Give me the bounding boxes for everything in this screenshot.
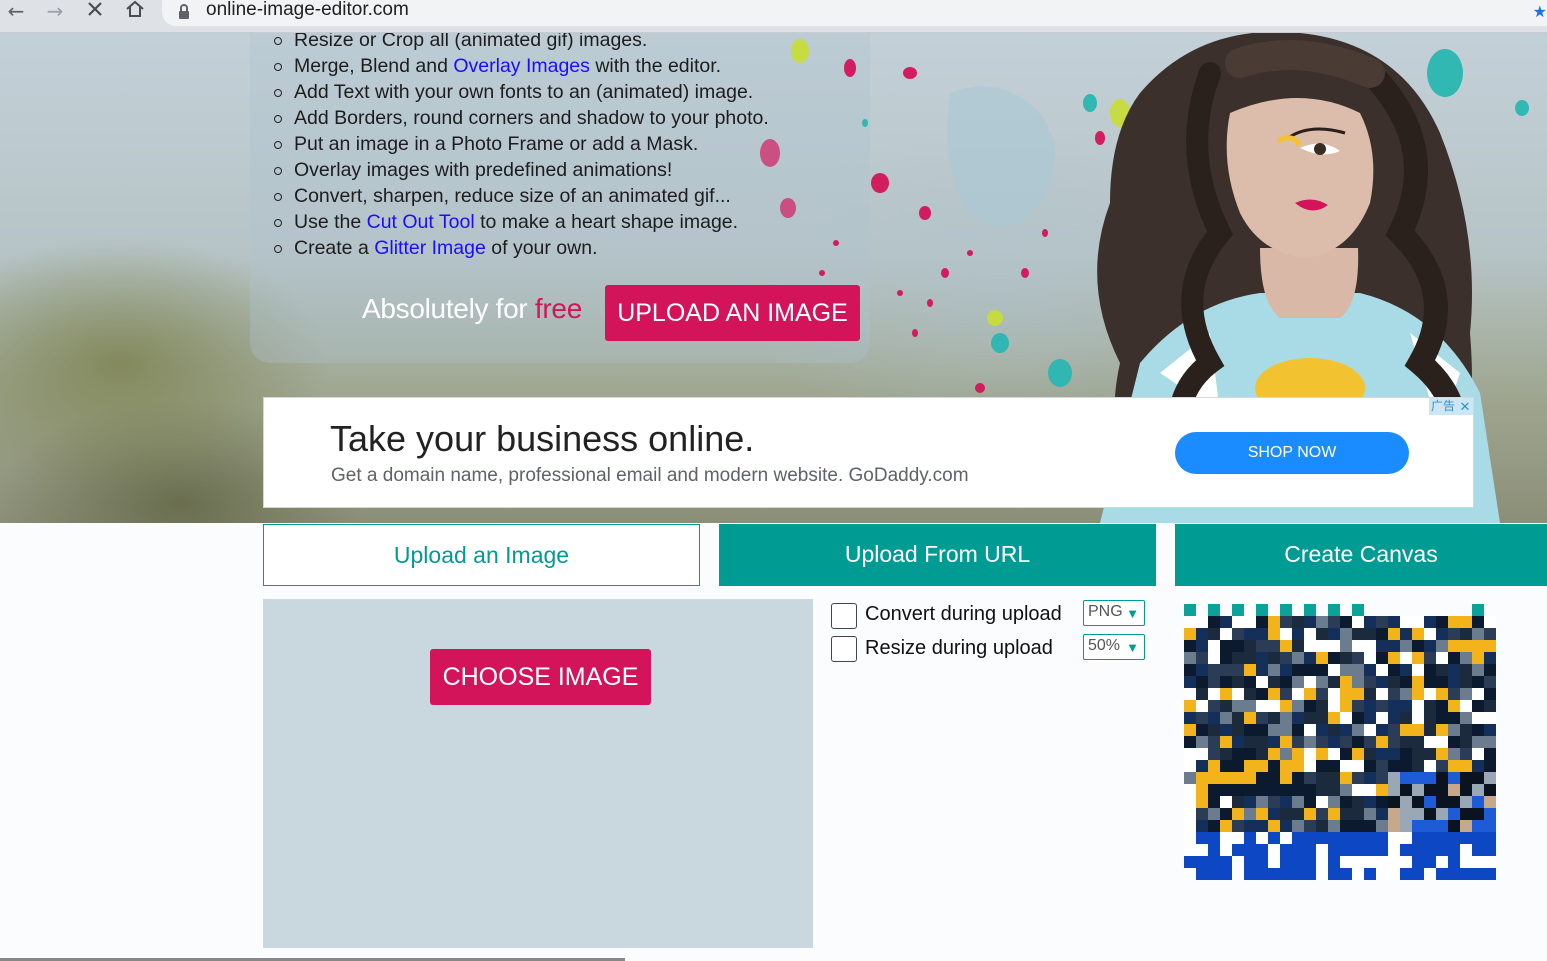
lock-icon: [177, 3, 191, 21]
ad-subtitle[interactable]: Get a domain name, professional email an…: [331, 465, 969, 487]
url-text[interactable]: online-image-editor.com: [206, 0, 409, 21]
image-drop-zone[interactable]: CHOOSE IMAGE: [263, 599, 813, 948]
cut-out-tool-link[interactable]: Cut Out Tool: [367, 211, 475, 233]
home-icon[interactable]: [122, 0, 148, 24]
ad-title[interactable]: Take your business online.: [330, 418, 754, 460]
tab-create-canvas[interactable]: Create Canvas: [1175, 524, 1547, 586]
resize-percent-value: 50%: [1088, 637, 1121, 654]
feature-item: Add Borders, round corners and shadow to…: [272, 105, 769, 131]
advertisement[interactable]: Take your business online. Get a domain …: [263, 397, 1474, 508]
hero-tagline: Absolutely for free: [362, 293, 582, 324]
address-bar[interactable]: online-image-editor.com ★: [162, 0, 1547, 26]
convert-format-select[interactable]: PNG ▼: [1083, 600, 1145, 626]
forward-icon[interactable]: →: [42, 0, 68, 24]
convert-format-value: PNG: [1088, 603, 1123, 620]
convert-label: Convert during upload: [865, 603, 1062, 625]
free-text: free: [534, 293, 582, 324]
shop-now-button[interactable]: SHOP NOW: [1175, 432, 1409, 474]
resize-checkbox[interactable]: [831, 636, 857, 662]
feature-item: Overlay images with predefined animation…: [272, 157, 769, 183]
dropdown-arrow-icon: ▼: [1126, 606, 1139, 621]
loading-thumbnail-image: [1184, 604, 1496, 880]
feature-item: Merge, Blend and Overlay Images with the…: [272, 53, 769, 79]
back-icon[interactable]: ←: [3, 0, 29, 24]
dropdown-arrow-icon: ▼: [1126, 640, 1139, 655]
feature-list: Resize or Crop all (animated gif) images…: [272, 33, 769, 261]
feature-item: Use the Cut Out Tool to make a heart sha…: [272, 209, 769, 235]
overlay-images-link[interactable]: Overlay Images: [453, 55, 590, 77]
feature-item: Add Text with your own fonts to an (anim…: [272, 79, 769, 105]
browser-toolbar: ← → online-image-editor.com ★: [0, 0, 1547, 33]
resize-percent-select[interactable]: 50% ▼: [1083, 634, 1145, 660]
resize-label: Resize during upload: [865, 637, 1053, 659]
ad-badge[interactable]: 广告: [1428, 398, 1457, 415]
stop-loading-icon[interactable]: [82, 0, 108, 24]
convert-checkbox[interactable]: [831, 603, 857, 629]
tab-upload-image[interactable]: Upload an Image: [263, 524, 700, 586]
feature-item: Resize or Crop all (animated gif) images…: [272, 33, 769, 53]
tab-upload-from-url[interactable]: Upload From URL: [719, 524, 1156, 586]
feature-item: Put an image in a Photo Frame or add a M…: [272, 131, 769, 157]
upload-an-image-button[interactable]: UPLOAD AN IMAGE: [605, 285, 860, 341]
feature-item: Create a Glitter Image of your own.: [272, 235, 769, 261]
feature-item: Convert, sharpen, reduce size of an anim…: [272, 183, 769, 209]
ad-close-icon[interactable]: ✕: [1457, 398, 1473, 415]
bookmark-star-icon[interactable]: ★: [1533, 2, 1547, 22]
choose-image-button[interactable]: CHOOSE IMAGE: [430, 649, 651, 705]
glitter-image-link[interactable]: Glitter Image: [374, 237, 486, 259]
